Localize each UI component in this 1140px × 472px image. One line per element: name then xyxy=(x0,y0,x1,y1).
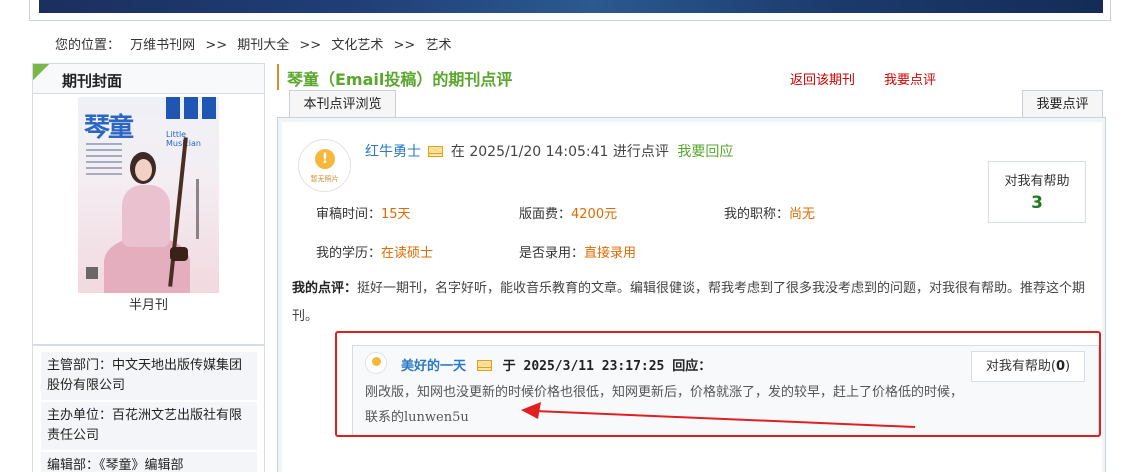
page-title: 琴童（Email投稿）的期刊点评 xyxy=(287,70,513,89)
cover-text-lines xyxy=(86,143,122,179)
tab-write-review[interactable]: 我要点评 xyxy=(1022,90,1103,118)
erhu-body-shape xyxy=(170,247,188,261)
mail-icon[interactable] xyxy=(476,360,492,371)
cover-panel-title: 期刊封面 xyxy=(62,72,123,90)
info-label: 主办单位： xyxy=(47,408,113,423)
cover-block-shape xyxy=(202,97,216,119)
review-time-text: 在 2025/1/20 14:05:41 进行点评 xyxy=(450,144,669,160)
field-page-fee: 版面费：4200元 xyxy=(519,203,617,222)
breadcrumb-item-home[interactable]: 万维书刊网 xyxy=(130,38,195,53)
reviewer-name-link[interactable]: 红牛勇士 xyxy=(365,144,421,160)
field-accepted: 是否录用：直接录用 xyxy=(519,242,636,261)
breadcrumb-item-culture-art[interactable]: 文化艺术 xyxy=(331,38,383,53)
top-banner-frame xyxy=(29,0,1111,21)
cover-vertical-text xyxy=(196,179,199,239)
breadcrumb-separator: >> xyxy=(205,38,228,53)
warning-icon: ! xyxy=(315,149,335,169)
avatar: ! 暂无照片 xyxy=(298,139,351,192)
field-value: 在读硕士 xyxy=(381,246,434,261)
back-to-journal-link[interactable]: 返回该期刊 xyxy=(790,69,855,88)
review-comment: 我的点评：挺好一期刊，名字好听，能收音乐教育的文章。编辑很健谈，帮我考虑到了很多… xyxy=(292,275,1098,331)
tab-browse-reviews[interactable]: 本刊点评浏览 xyxy=(289,90,396,118)
field-value: 15天 xyxy=(381,207,411,222)
comment-label: 我的点评： xyxy=(292,281,358,296)
mail-icon[interactable] xyxy=(428,146,444,157)
info-value: 《琴童》编辑部 xyxy=(99,458,184,472)
helpful-label: 对我有帮助 xyxy=(1004,174,1070,189)
reply-header: 美好的一天 于 2025/3/11 23:17:25 回应： xyxy=(401,355,711,374)
cover-panel: 期刊封面 琴童 Little Musician 半月刊 xyxy=(32,63,265,345)
comment-text: 挺好一期刊，名字好听，能收音乐教育的文章。编辑很健谈，帮我考虑到了很多我没考虑到… xyxy=(292,281,1086,324)
breadcrumb-prefix: 您的位置： xyxy=(55,38,121,53)
field-value: 直接录用 xyxy=(584,246,637,261)
field-label: 审稿时间： xyxy=(316,207,382,222)
breadcrumb-separator: >> xyxy=(299,38,322,53)
field-review-time: 审稿时间：15天 xyxy=(316,203,411,222)
cover-block-shape xyxy=(184,97,198,119)
helpful-count: 3 xyxy=(1031,193,1043,213)
reply-avatar xyxy=(365,352,387,374)
cover-figure-face xyxy=(135,159,152,181)
cover-magazine-subtitle: Little Musician xyxy=(166,130,201,148)
field-education: 我的学历：在读硕士 xyxy=(316,242,433,261)
field-label: 我的学历： xyxy=(316,246,382,261)
reply-text: 刚改版，知网也没更新的时候价格也很低，知网更新后，价格就涨了，发的较早，赶上了价… xyxy=(365,385,964,425)
qr-code-icon xyxy=(86,267,98,279)
corner-triangle-icon xyxy=(33,64,49,80)
field-value: 4200元 xyxy=(571,207,618,222)
info-item-editorial: 编辑部：《琴童》编辑部 xyxy=(41,452,257,472)
reply-link[interactable]: 我要回应 xyxy=(677,144,733,160)
helpful-button[interactable]: 对我有帮助 3 xyxy=(988,161,1086,223)
journal-info-panel: 主管部门：中文天地出版传媒集团股份有限公司 主办单位：百花洲文艺出版社有限责任公… xyxy=(32,345,265,472)
reply-item: 美好的一天 于 2025/3/11 23:17:25 回应： 对我有帮助(0) … xyxy=(352,345,1099,436)
reply-helpful-label: 对我有帮助( xyxy=(985,359,1056,374)
review-item: ! 暂无照片 红牛勇士 在 2025/1/20 14:05:41 进行点评 我要… xyxy=(282,122,1102,472)
review-title-bar: 琴童（Email投稿）的期刊点评 返回该期刊 我要点评 xyxy=(277,64,1105,90)
journal-cover-image[interactable]: 琴童 Little Musician xyxy=(78,97,219,293)
cover-figure-body xyxy=(122,185,170,247)
reply-helpful-close: ) xyxy=(1065,359,1071,374)
field-value: 尚无 xyxy=(789,207,816,222)
reply-helpful-button[interactable]: 对我有帮助(0) xyxy=(971,351,1085,382)
info-label: 编辑部： xyxy=(47,458,100,472)
breadcrumb-separator: >> xyxy=(393,38,416,53)
avatar-caption: 暂无照片 xyxy=(310,175,339,183)
reply-helpful-count: 0 xyxy=(1055,359,1066,374)
write-review-link[interactable]: 我要点评 xyxy=(884,69,936,88)
info-item-sponsor: 主办单位：百花洲文艺出版社有限责任公司 xyxy=(41,402,257,450)
review-box: ! 暂无照片 红牛勇士 在 2025/1/20 14:05:41 进行点评 我要… xyxy=(277,117,1106,472)
field-label: 我的职称： xyxy=(724,207,790,222)
review-header: 红牛勇士 在 2025/1/20 14:05:41 进行点评 我要回应 xyxy=(365,141,733,161)
field-label: 是否录用： xyxy=(519,246,585,261)
reply-time-text: 于 2025/3/11 23:17:25 回应： xyxy=(502,359,712,374)
replier-name-link[interactable]: 美好的一天 xyxy=(401,359,466,374)
cover-magazine-title: 琴童 xyxy=(84,113,134,143)
field-label: 版面费： xyxy=(519,207,572,222)
breadcrumb-item-journals[interactable]: 期刊大全 xyxy=(237,38,289,53)
breadcrumb-item-art[interactable]: 艺术 xyxy=(425,38,451,53)
top-banner-image xyxy=(39,0,1103,13)
cover-title-bar: 期刊封面 xyxy=(33,64,264,94)
breadcrumb: 您的位置： 万维书刊网 >> 期刊大全 >> 文化艺术 >> 艺术 xyxy=(55,37,457,55)
info-label: 主管部门： xyxy=(47,358,113,373)
cover-block-shape xyxy=(166,97,180,119)
field-job-title: 我的职称：尚无 xyxy=(724,203,815,222)
journal-frequency: 半月刊 xyxy=(128,298,168,313)
info-item-supervisor: 主管部门：中文天地出版传媒集团股份有限公司 xyxy=(41,352,257,400)
